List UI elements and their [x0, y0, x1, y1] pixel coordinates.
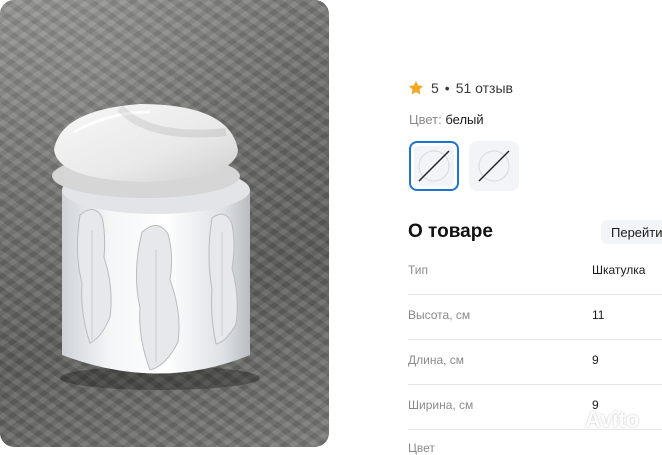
color-swatch[interactable] — [469, 141, 519, 191]
spec-key: Высота, см — [408, 308, 471, 322]
about-product-heading: О товаре — [408, 221, 493, 242]
color-selection-label: Цвет: белый — [409, 112, 484, 127]
product-photo-jar — [52, 104, 260, 390]
spec-key: Ширина, см — [408, 398, 474, 412]
avito-logo-icon — [557, 412, 580, 430]
spec-key: Цвет — [408, 441, 435, 455]
spec-row: Высота, см 11 — [408, 294, 662, 340]
color-swatch-selected[interactable] — [409, 141, 459, 191]
spec-row: Тип Шкатулка — [408, 249, 662, 295]
watermark-text: Avito — [585, 407, 640, 432]
rating[interactable]: 5 • 51 отзыв — [407, 78, 513, 98]
no-image-icon — [478, 150, 510, 182]
spec-value: 9 — [592, 353, 599, 367]
rating-separator: • — [444, 80, 450, 96]
color-value: белый — [445, 112, 484, 127]
spec-key: Длина, см — [408, 353, 465, 367]
no-image-icon — [418, 150, 450, 182]
color-label: Цвет: — [409, 112, 442, 127]
goto-button[interactable]: Перейти — [601, 220, 662, 244]
spec-value: 11 — [592, 308, 605, 322]
spec-value: Шкатулка — [592, 263, 646, 277]
avito-watermark: Avito — [556, 407, 639, 433]
product-photo[interactable] — [0, 0, 329, 447]
star-icon — [407, 79, 425, 97]
rating-score: 5 — [431, 80, 439, 96]
spec-row: Длина, см 9 — [408, 339, 662, 385]
spec-key: Тип — [408, 263, 429, 277]
reviews-count[interactable]: 51 отзыв — [456, 80, 513, 96]
